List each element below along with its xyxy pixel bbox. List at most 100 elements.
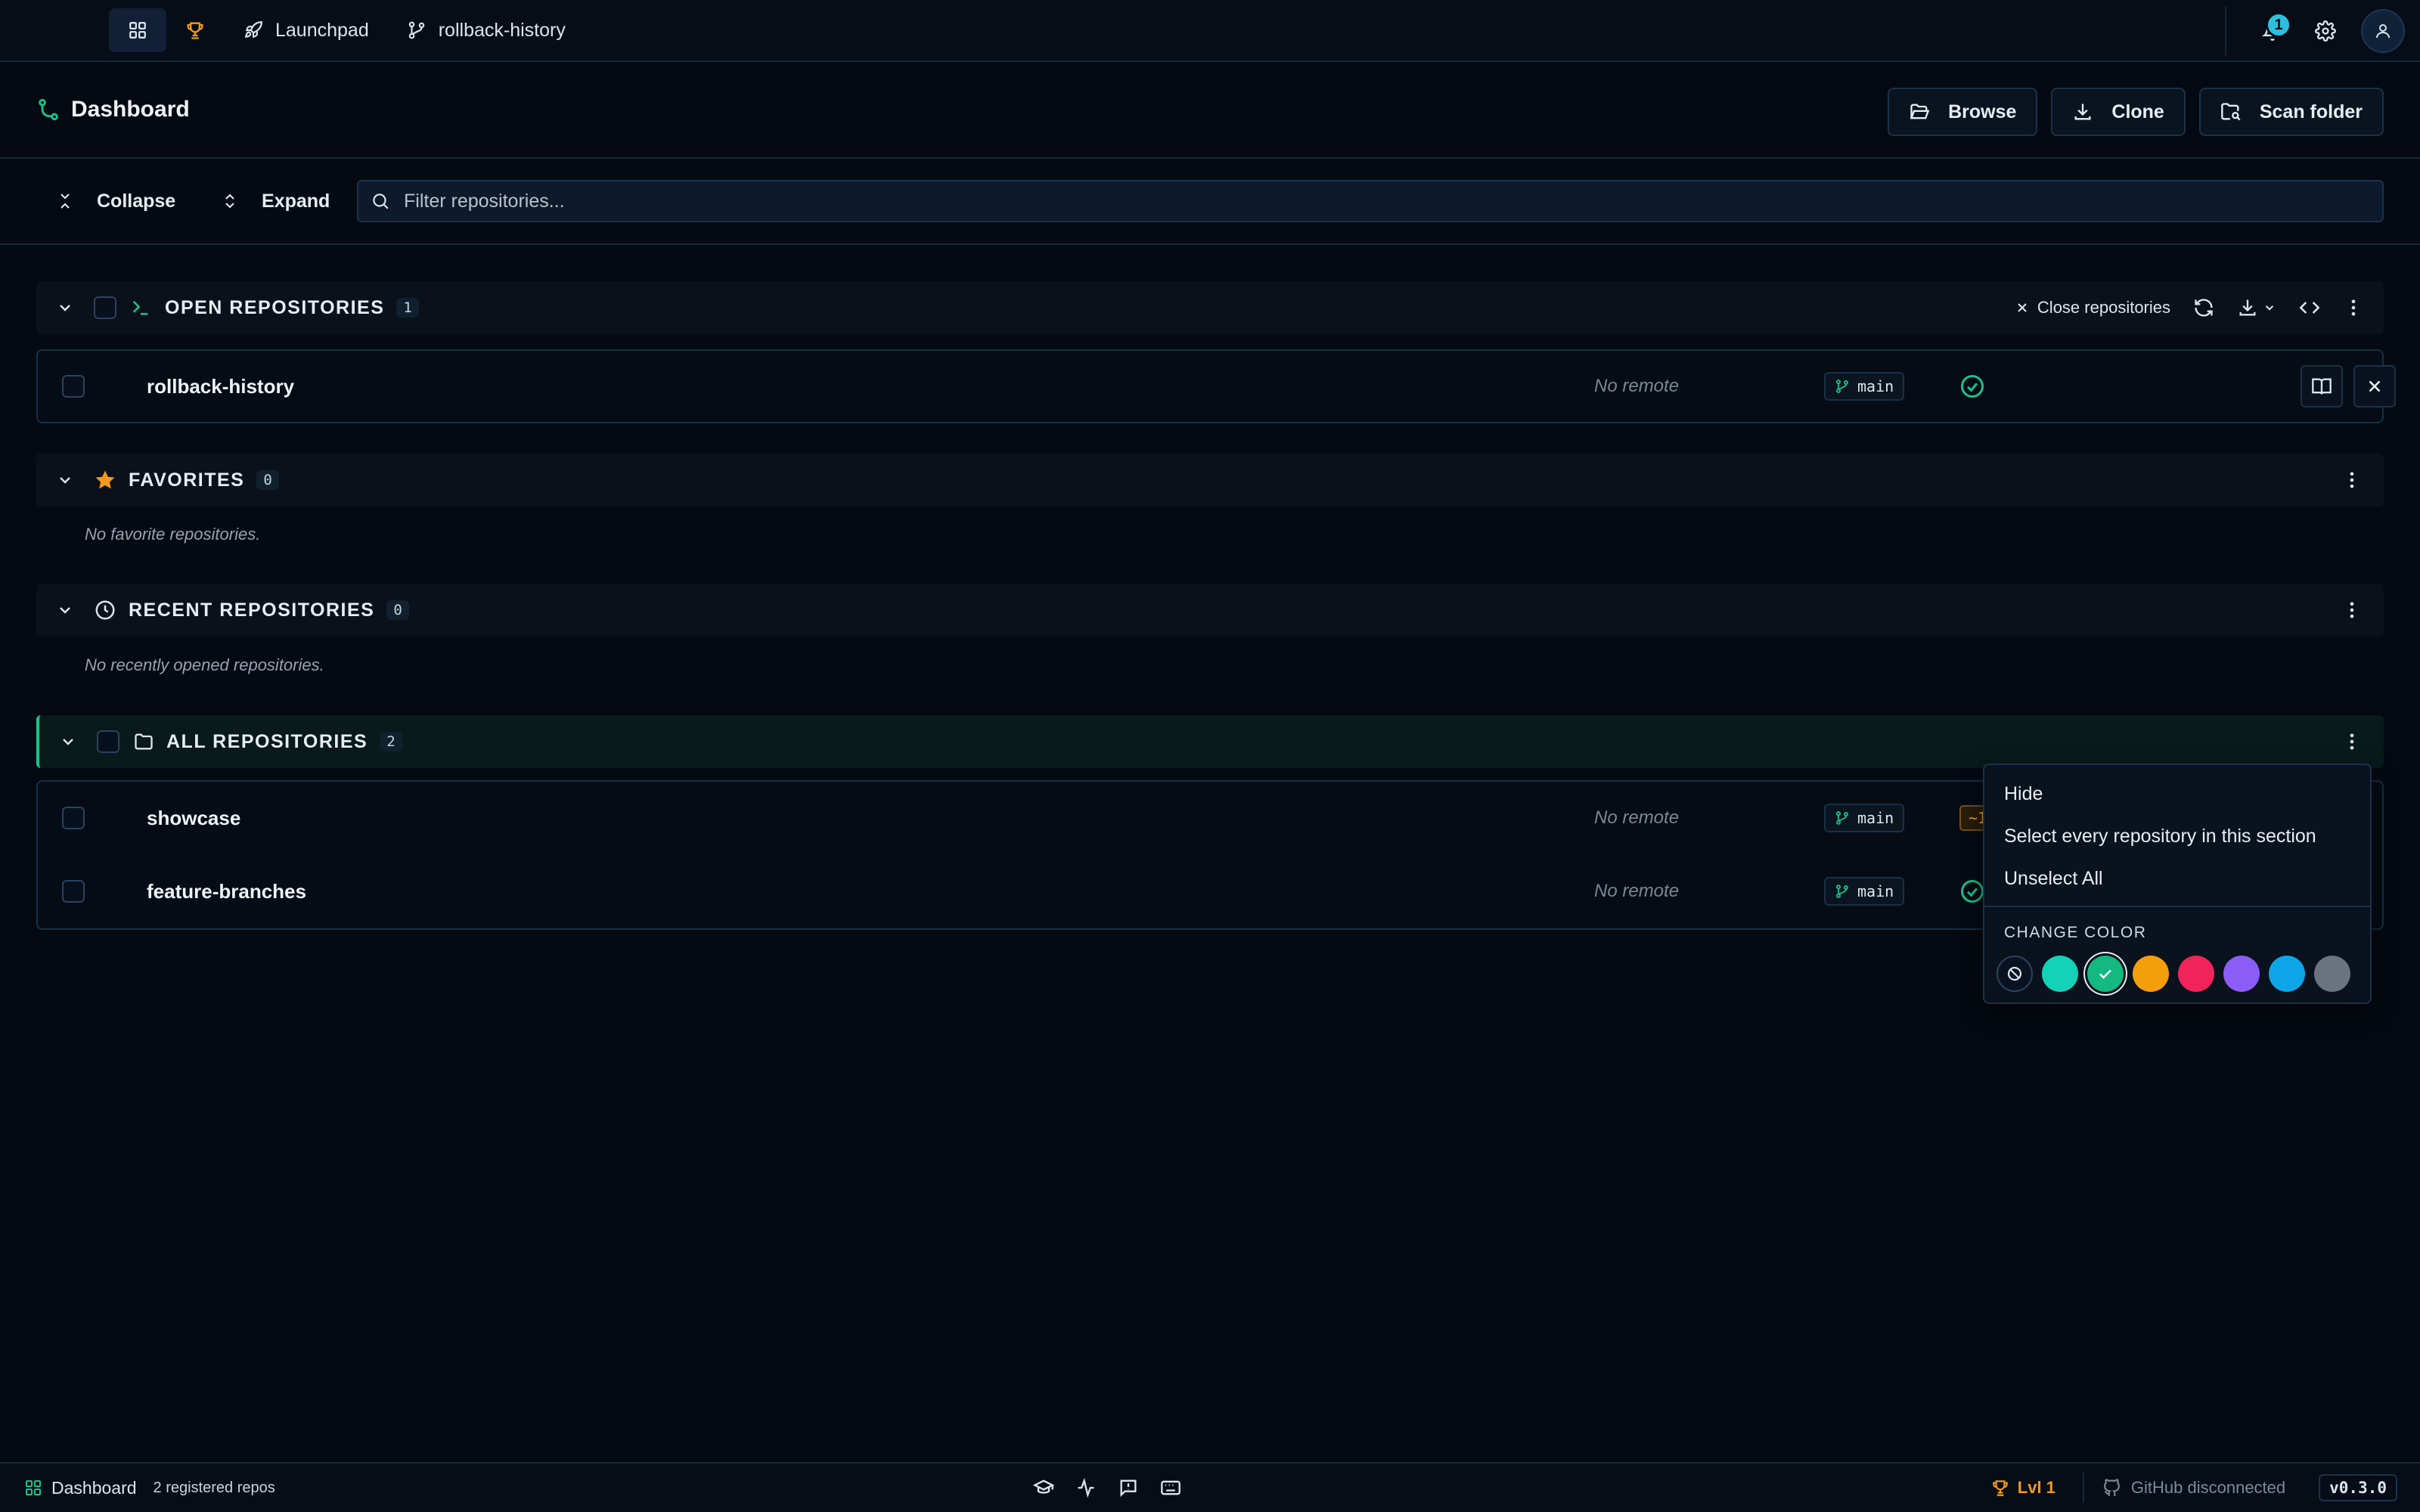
keyboard-icon: [1161, 1480, 1181, 1495]
close-repo-button[interactable]: [2353, 365, 2396, 407]
color-swatches: [1984, 942, 2370, 992]
open-in-editor-button[interactable]: [2299, 297, 2320, 318]
message-alert-icon: [1120, 1479, 1137, 1498]
git-branch-icon: [1836, 380, 1848, 393]
clone-button[interactable]: Clone: [2051, 88, 2186, 136]
section-menu-button[interactable]: [2340, 730, 2364, 754]
open-repositories-list: rollback-history No remote main: [36, 349, 2396, 423]
activity-button[interactable]: [1072, 1474, 1100, 1501]
status-repo-count: 2 registered repos: [153, 1479, 275, 1496]
github-status[interactable]: GitHub disconnected: [2082, 1473, 2285, 1503]
section-count: 0: [256, 470, 279, 490]
section-title: ALL REPOSITORIES: [166, 730, 368, 752]
more-vertical-icon: [2350, 602, 2354, 618]
section-context-menu: Hide Select every repository in this sec…: [1983, 764, 2372, 1004]
browse-button[interactable]: Browse: [1888, 88, 2038, 136]
tab-launchpad[interactable]: Launchpad: [231, 8, 381, 52]
filter-input[interactable]: [404, 190, 2294, 212]
section-open-repositories: OPEN REPOSITORIES 1 Close repositories: [36, 281, 2384, 334]
check-circle-icon: [1961, 880, 1984, 903]
expand-icon: [225, 194, 234, 209]
section-toggle[interactable]: [56, 730, 80, 754]
grid-icon: [129, 22, 146, 39]
color-swatch[interactable]: [2269, 956, 2305, 992]
close-repositories-button[interactable]: Close repositories: [2015, 298, 2170, 318]
section-title: OPEN REPOSITORIES: [165, 296, 385, 318]
empty-recent-note: No recently opened repositories.: [85, 655, 324, 674]
repo-checkbox[interactable]: [62, 880, 85, 903]
chevron-down-icon: [60, 305, 70, 311]
section-count: 1: [396, 298, 419, 318]
folder-search-icon: [2221, 103, 2241, 121]
section-checkbox[interactable]: [97, 730, 119, 753]
gear-icon: [2315, 20, 2336, 42]
toolbar: Collapse Expand: [0, 159, 2420, 245]
feedback-button[interactable]: [1115, 1474, 1142, 1501]
section-favorites: FAVORITES 0: [36, 454, 2384, 507]
repo-name: showcase: [147, 806, 241, 829]
repo-checkbox[interactable]: [62, 807, 85, 829]
section-title: FAVORITES: [129, 469, 245, 491]
section-toggle[interactable]: [53, 468, 77, 492]
section-checkbox[interactable]: [94, 296, 116, 319]
color-swatch[interactable]: [2223, 956, 2260, 992]
pull-dropdown-button[interactable]: [2237, 297, 2276, 318]
color-swatch[interactable]: [2042, 956, 2078, 992]
github-icon: [2104, 1479, 2120, 1496]
close-icon: [2018, 303, 2027, 312]
section-menu-button[interactable]: [2340, 598, 2364, 622]
repo-name: rollback-history: [147, 374, 295, 398]
close-icon: [2369, 380, 2381, 392]
color-swatch[interactable]: [2314, 956, 2350, 992]
tab-label: Launchpad: [275, 19, 369, 41]
refresh-button[interactable]: [2193, 297, 2214, 318]
settings-button[interactable]: [2299, 5, 2352, 57]
version-badge: v0.3.0: [2319, 1474, 2397, 1501]
open-repo-button[interactable]: [2301, 365, 2343, 407]
level-indicator[interactable]: Lvl 1: [1990, 1478, 2055, 1498]
color-swatch[interactable]: [2087, 956, 2124, 992]
color-swatch[interactable]: [2133, 956, 2169, 992]
section-toggle[interactable]: [53, 296, 77, 320]
repo-checkbox[interactable]: [62, 375, 85, 398]
dashboard-nav-button[interactable]: [109, 8, 166, 52]
user-avatar-button[interactable]: [2361, 9, 2405, 53]
color-swatch-none[interactable]: [1996, 956, 2033, 992]
rocket-icon: [244, 21, 262, 38]
section-toggle[interactable]: [53, 598, 77, 622]
folder-open-icon: [1910, 104, 1930, 119]
repo-row[interactable]: rollback-history No remote main: [38, 351, 2396, 422]
color-swatch[interactable]: [2178, 956, 2214, 992]
menu-item-unselect-all[interactable]: Unselect All: [1984, 857, 2370, 900]
menu-item-hide[interactable]: Hide: [1984, 773, 2370, 815]
tab-rollback-history[interactable]: rollback-history: [395, 8, 578, 52]
section-menu-button[interactable]: [2340, 468, 2364, 492]
more-vertical-icon: [2351, 299, 2356, 316]
graduation-cap-icon: [1033, 1479, 1054, 1494]
download-icon: [2074, 104, 2091, 120]
check-icon: [2099, 969, 2111, 979]
download-icon: [2239, 299, 2256, 316]
menu-item-select-all[interactable]: Select every repository in this section: [1984, 815, 2370, 857]
achievements-nav-button[interactable]: [166, 8, 224, 52]
git-branch-icon: [1836, 811, 1848, 825]
expand-button[interactable]: Expand: [221, 180, 330, 222]
tab-label: rollback-history: [438, 19, 566, 41]
repo-remote: No remote: [1594, 376, 1680, 396]
refresh-icon: [2195, 299, 2213, 317]
terminal-icon: [132, 300, 148, 315]
section-all-repositories: ALL REPOSITORIES 2: [36, 715, 2384, 768]
scan-folder-button[interactable]: Scan folder: [2198, 88, 2384, 136]
tutorial-button[interactable]: [1030, 1474, 1057, 1501]
collapse-button[interactable]: Collapse: [56, 180, 175, 222]
notifications-button[interactable]: 1: [2246, 5, 2299, 57]
folder-icon: [135, 733, 153, 750]
trophy-icon: [1993, 1480, 2008, 1496]
status-bar: Dashboard 2 registered repos Lvl 1 GitHu…: [0, 1462, 2420, 1512]
empty-favorites-note: No favorite repositories.: [85, 525, 261, 544]
section-menu-button[interactable]: [2343, 297, 2364, 318]
keyboard-shortcuts-button[interactable]: [1157, 1474, 1184, 1501]
branch-badge: main: [1824, 372, 1905, 401]
repo-remote: No remote: [1594, 807, 1680, 828]
section-title: RECENT REPOSITORIES: [129, 599, 375, 621]
